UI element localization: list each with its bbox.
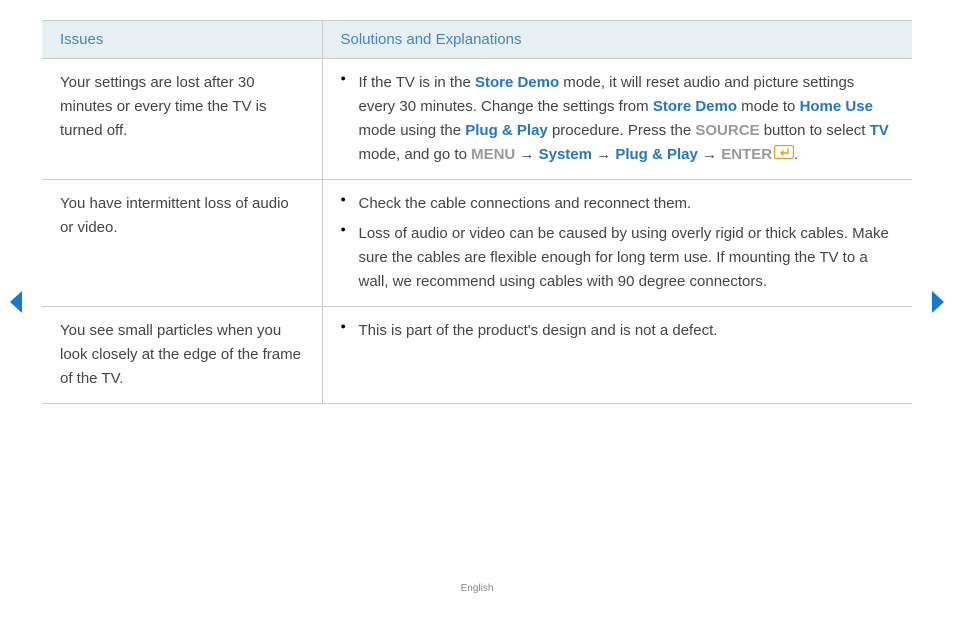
solution-text: → xyxy=(592,146,615,163)
enter-button-icon xyxy=(774,143,794,167)
button-name: MENU xyxy=(471,146,515,163)
highlight-term: TV xyxy=(870,122,889,139)
issue-cell: Your settings are lost after 30 minutes … xyxy=(42,59,322,180)
solution-item: Check the cable connections and reconnec… xyxy=(341,192,895,216)
content-area: Issues Solutions and Explanations Your s… xyxy=(0,0,954,404)
prev-page-arrow[interactable] xyxy=(8,290,24,318)
highlight-term: Store Demo xyxy=(653,98,737,115)
solution-text: If the TV is in the xyxy=(359,74,475,91)
page-language-footer: English xyxy=(0,583,954,594)
solution-text: button to select xyxy=(760,122,870,139)
solution-item: If the TV is in the Store Demo mode, it … xyxy=(341,71,895,167)
solution-text: procedure. Press the xyxy=(548,122,696,139)
highlight-term: System xyxy=(539,146,592,163)
highlight-term: Store Demo xyxy=(475,74,559,91)
solution-cell: This is part of the product's design and… xyxy=(322,307,912,404)
issue-cell: You have intermittent loss of audio or v… xyxy=(42,180,322,307)
highlight-term: Home Use xyxy=(800,98,873,115)
solution-list: If the TV is in the Store Demo mode, it … xyxy=(341,71,895,167)
solution-text: → xyxy=(515,146,538,163)
solution-cell: Check the cable connections and reconnec… xyxy=(322,180,912,307)
solution-text: . xyxy=(794,146,798,163)
solution-text: → xyxy=(698,146,721,163)
troubleshooting-table: Issues Solutions and Explanations Your s… xyxy=(42,20,912,404)
solution-text: mode, and go to xyxy=(359,146,472,163)
column-header-solutions: Solutions and Explanations xyxy=(322,21,912,59)
solution-list: Check the cable connections and reconnec… xyxy=(341,192,895,294)
solution-text: Loss of audio or video can be caused by … xyxy=(359,225,889,290)
solution-item: Loss of audio or video can be caused by … xyxy=(341,222,895,294)
highlight-term: Plug & Play xyxy=(615,146,698,163)
solution-item: This is part of the product's design and… xyxy=(341,319,895,343)
solution-text: Check the cable connections and reconnec… xyxy=(359,195,692,212)
table-row: You have intermittent loss of audio or v… xyxy=(42,180,912,307)
issue-cell: You see small particles when you look cl… xyxy=(42,307,322,404)
chevron-left-icon xyxy=(8,290,24,314)
column-header-issues: Issues xyxy=(42,21,322,59)
next-page-arrow[interactable] xyxy=(930,290,946,318)
solution-text: mode to xyxy=(737,98,800,115)
table-row: You see small particles when you look cl… xyxy=(42,307,912,404)
button-name: SOURCE xyxy=(695,122,759,139)
button-name: ENTER xyxy=(721,146,772,163)
solution-text: This is part of the product's design and… xyxy=(359,322,718,339)
highlight-term: Plug & Play xyxy=(465,122,548,139)
solution-text: mode using the xyxy=(359,122,466,139)
solution-cell: If the TV is in the Store Demo mode, it … xyxy=(322,59,912,180)
table-row: Your settings are lost after 30 minutes … xyxy=(42,59,912,180)
solution-list: This is part of the product's design and… xyxy=(341,319,895,343)
chevron-right-icon xyxy=(930,290,946,314)
